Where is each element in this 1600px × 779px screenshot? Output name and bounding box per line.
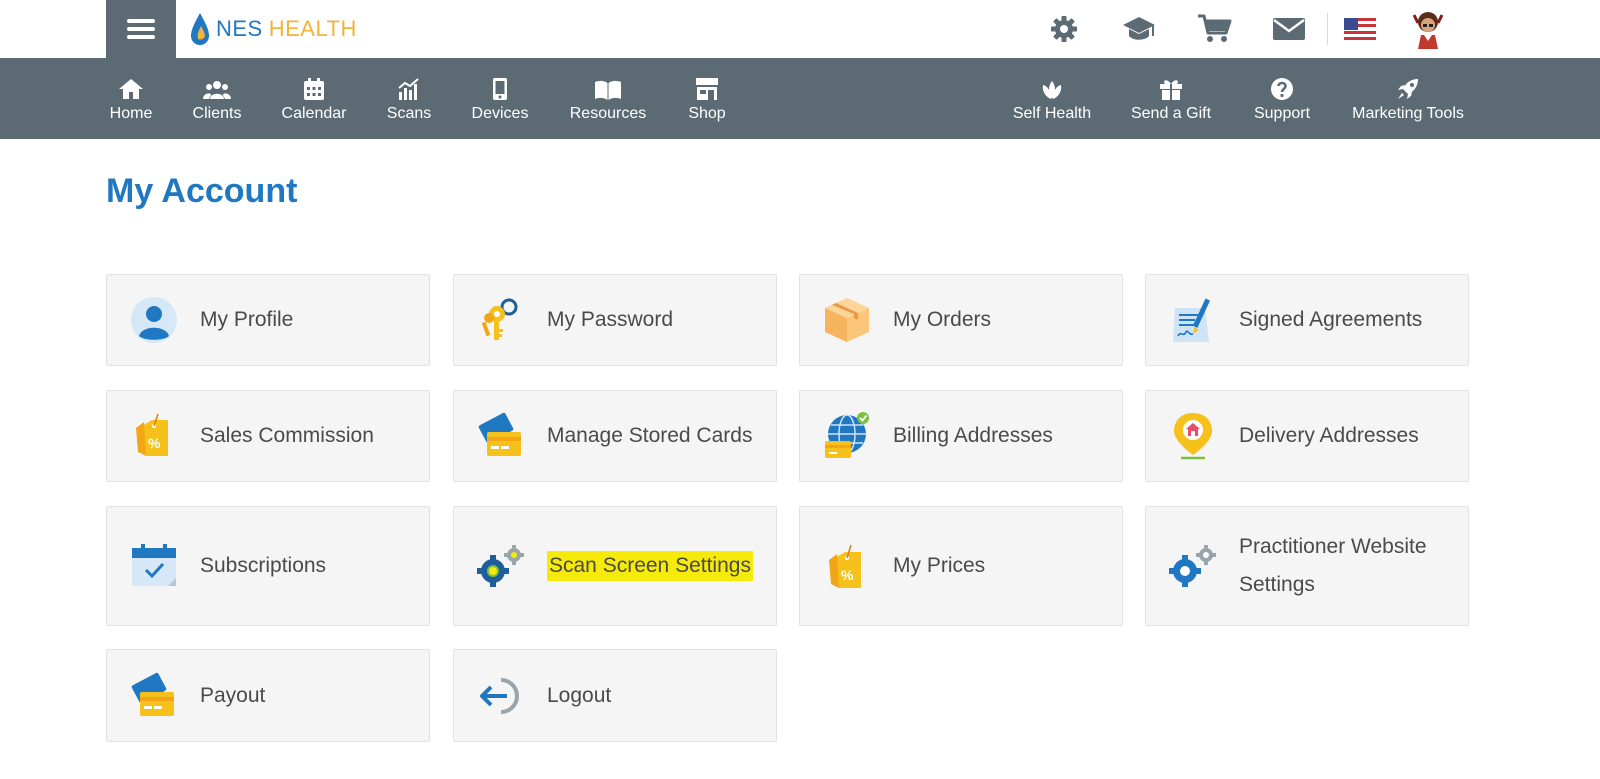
- lotus-icon: [1042, 80, 1062, 99]
- tile-logout[interactable]: Logout: [453, 649, 777, 742]
- nav-label: Send a Gift: [1130, 104, 1212, 122]
- user-avatar-icon: [1412, 12, 1444, 49]
- tile-my-prices[interactable]: % My Prices: [799, 506, 1123, 626]
- nav-label: Devices: [471, 104, 529, 122]
- tile-billing-addresses[interactable]: Billing Addresses: [799, 390, 1123, 482]
- home-icon: [119, 78, 143, 99]
- location-pin-icon: [1174, 413, 1212, 460]
- gear-icon: [1051, 16, 1077, 42]
- tile-my-profile[interactable]: My Profile: [106, 274, 430, 366]
- logout-icon: [480, 677, 519, 714]
- cart-icon: [1198, 14, 1232, 42]
- tile-practitioner-website-settings[interactable]: Practitioner Website Settings: [1145, 506, 1469, 626]
- messages-button[interactable]: [1267, 7, 1311, 51]
- rocket-icon: [1398, 78, 1418, 99]
- question-icon: [1271, 77, 1293, 100]
- tile-label: Signed Agreements: [1239, 308, 1423, 331]
- nav-label: Shop: [688, 104, 726, 122]
- graduation-cap-icon: [1123, 17, 1155, 40]
- percent-tag-icon: %: [136, 413, 168, 456]
- page-title: My Account: [106, 172, 298, 210]
- calendar-icon: [304, 77, 324, 100]
- tile-payout[interactable]: Payout: [106, 649, 430, 742]
- tile-label: Sales Commission: [200, 424, 374, 447]
- avatar[interactable]: [1406, 7, 1450, 51]
- svg-text:%: %: [148, 435, 161, 451]
- nav-shop[interactable]: Shop: [686, 58, 728, 139]
- nav-home[interactable]: Home: [106, 58, 156, 139]
- credit-cards-icon: [478, 412, 521, 456]
- nav-label: Support: [1253, 104, 1311, 122]
- nav-label: Calendar: [281, 104, 347, 122]
- nav-scans[interactable]: Scans: [385, 58, 433, 139]
- nav-label: Home: [109, 104, 153, 122]
- tile-label: Logout: [547, 683, 612, 707]
- tile-manage-stored-cards[interactable]: Manage Stored Cards: [453, 390, 777, 482]
- gift-icon: [1160, 79, 1182, 100]
- tile-label: Billing Addresses: [893, 424, 1053, 447]
- calendar-check-icon: [132, 544, 176, 586]
- nav-label: Scans: [386, 104, 432, 122]
- nav-label: Clients: [192, 104, 242, 122]
- blue-gears-icon: [1169, 545, 1216, 587]
- signed-document-icon: [1173, 298, 1211, 342]
- nav-clients[interactable]: Clients: [190, 58, 244, 139]
- tile-label: Delivery Addresses: [1239, 424, 1419, 447]
- nav-devices[interactable]: Devices: [470, 58, 530, 139]
- nav-send-gift[interactable]: Send a Gift: [1130, 58, 1212, 139]
- academy-button[interactable]: [1117, 7, 1161, 51]
- svg-text:%: %: [841, 567, 854, 583]
- gears-icon: [477, 545, 524, 587]
- logo-text-health: HEALTH: [268, 16, 357, 41]
- top-bar: NES HEALTH: [0, 0, 1600, 58]
- device-icon: [493, 77, 507, 100]
- tile-label: Payout: [200, 683, 266, 707]
- tile-label: Subscriptions: [200, 554, 327, 577]
- tile-label: My Prices: [893, 554, 986, 577]
- logo-text-nes: NES: [216, 16, 263, 41]
- nav-marketing-tools[interactable]: Marketing Tools: [1350, 58, 1466, 139]
- tile-my-orders[interactable]: My Orders: [799, 274, 1123, 366]
- tile-label: My Password: [547, 308, 674, 331]
- book-icon: [595, 80, 621, 100]
- tile-my-password[interactable]: My Password: [453, 274, 777, 366]
- tile-label: My Orders: [893, 308, 992, 331]
- tile-subscriptions[interactable]: Subscriptions: [106, 506, 430, 626]
- nav-label: Self Health: [1012, 104, 1092, 122]
- tile-sales-commission[interactable]: % Sales Commission: [106, 390, 430, 482]
- box-icon: [825, 298, 869, 342]
- chart-icon: [398, 77, 419, 100]
- price-tag-icon: %: [829, 544, 861, 588]
- globe-card-icon: [825, 412, 869, 458]
- keys-icon: [481, 298, 518, 340]
- hamburger-icon: [127, 15, 155, 43]
- logo[interactable]: NES HEALTH: [190, 12, 357, 46]
- menu-button[interactable]: [106, 0, 176, 58]
- us-flag-icon[interactable]: [1344, 18, 1376, 40]
- nav-label: Resources: [569, 104, 647, 122]
- header-actions: [1011, 0, 1450, 58]
- payout-cards-icon: [131, 672, 174, 716]
- nav-resources[interactable]: Resources: [568, 58, 648, 139]
- users-icon: [203, 80, 231, 99]
- cart-button[interactable]: [1192, 7, 1236, 51]
- nav-support[interactable]: Support: [1252, 58, 1312, 139]
- nav-self-health[interactable]: Self Health: [1012, 58, 1092, 139]
- tile-label: Practitioner Website Settings: [1239, 535, 1427, 596]
- nav-calendar[interactable]: Calendar: [280, 58, 348, 139]
- profile-icon: [131, 297, 177, 343]
- tile-label: Scan Screen Settings: [547, 551, 753, 581]
- tile-label: Manage Stored Cards: [547, 424, 753, 447]
- envelope-icon: [1273, 18, 1305, 40]
- nav-label: Marketing Tools: [1352, 104, 1464, 122]
- tile-scan-screen-settings[interactable]: Scan Screen Settings: [453, 506, 777, 626]
- store-icon: [696, 77, 718, 100]
- main-nav: Home Clients Calendar Scans Devices Reso…: [0, 58, 1600, 139]
- tile-label: My Profile: [200, 308, 294, 331]
- settings-button[interactable]: [1042, 7, 1086, 51]
- tile-delivery-addresses[interactable]: Delivery Addresses: [1145, 390, 1469, 482]
- water-drop-icon: [191, 13, 209, 45]
- tile-signed-agreements[interactable]: Signed Agreements: [1145, 274, 1469, 366]
- divider: [1327, 13, 1328, 45]
